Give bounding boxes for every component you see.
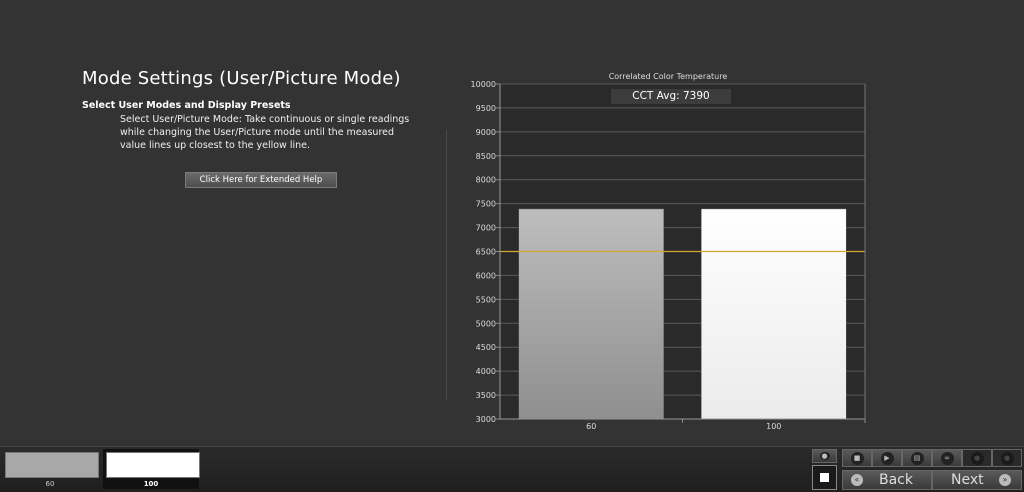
save-icon: ▤ — [910, 451, 924, 465]
swatch-label-60: 60 — [45, 480, 55, 488]
y-tick-label: 3500 — [476, 391, 496, 400]
section-body: Select User/Picture Mode: Take continuou… — [120, 114, 410, 151]
y-tick-label: 4000 — [476, 367, 496, 376]
page-title: Mode Settings (User/Picture Mode) — [82, 68, 401, 89]
stop-button[interactable] — [812, 465, 837, 490]
panel-divider — [446, 130, 447, 400]
eye-icon: ● — [819, 452, 830, 460]
control-panel: ● ■ ▶ ▤ ∞ ● ● « Back Next » — [808, 449, 1024, 491]
y-tick-label: 5000 — [476, 319, 496, 328]
bar-60 — [518, 208, 664, 420]
back-label: Back — [879, 472, 913, 488]
power-icon: ● — [1000, 451, 1014, 465]
back-arrow-icon: « — [851, 474, 863, 486]
y-tick-label: 9500 — [476, 104, 496, 113]
infinity-icon: ∞ — [940, 451, 954, 465]
record-icon: ● — [970, 451, 984, 465]
y-tick-label: 6000 — [476, 271, 496, 280]
section-heading: Select User Modes and Display Presets — [82, 100, 291, 111]
left-panel: Mode Settings (User/Picture Mode) Select… — [82, 68, 442, 188]
save-button[interactable]: ▤ — [902, 449, 932, 467]
next-label: Next — [951, 472, 984, 488]
swatch-color-60 — [5, 452, 99, 478]
cct-chart: Correlated Color Temperature 3000 3500 400… — [455, 70, 875, 435]
x-tick-label-100: 100 — [766, 422, 781, 431]
record-button[interactable]: ● — [962, 449, 992, 467]
next-button[interactable]: Next » — [932, 470, 1022, 490]
next-arrow-icon: » — [999, 474, 1011, 486]
power-button[interactable]: ● — [992, 449, 1022, 467]
y-tick-label: 7000 — [476, 224, 496, 233]
play-icon: ▶ — [880, 451, 894, 465]
continuous-button[interactable]: ∞ — [932, 449, 962, 467]
extended-help-button[interactable]: Click Here for Extended Help — [185, 172, 337, 188]
back-button[interactable]: « Back — [842, 470, 932, 490]
stop-circle-icon: ■ — [850, 451, 864, 465]
chart-svg: 3000 3500 4000 4500 5000 5500 6000 6500 7000 7500… — [471, 80, 866, 431]
y-tick-label: 3000 — [476, 415, 496, 424]
bar-100 — [701, 208, 847, 420]
stop-icon — [820, 473, 829, 482]
play-button[interactable]: ▶ — [872, 449, 902, 467]
swatch-label-100: 100 — [143, 480, 159, 488]
y-tick-label: 10000 — [471, 80, 496, 89]
y-tick-label: 9000 — [476, 128, 496, 137]
eye-button[interactable]: ● — [812, 449, 837, 463]
y-tick-label: 8500 — [476, 152, 496, 161]
y-tick-label: 5500 — [476, 295, 496, 304]
cct-average-badge: CCT Avg: 7390 — [611, 89, 731, 104]
swatch-tab-100[interactable]: 100 — [103, 449, 200, 489]
y-tick-label: 4500 — [476, 343, 496, 352]
y-tick-label: 8000 — [476, 176, 496, 185]
x-tick-label-60: 60 — [586, 422, 596, 431]
y-tick-label: 6500 — [476, 248, 496, 257]
swatch-color-100 — [106, 452, 200, 478]
swatch-tab-60[interactable]: 60 — [2, 449, 99, 489]
single-read-button[interactable]: ■ — [842, 449, 872, 467]
bottom-toolbar: 60 100 ● ■ ▶ ▤ ∞ ● ● « Back Next » — [0, 446, 1024, 492]
y-tick-label: 7500 — [476, 200, 496, 209]
